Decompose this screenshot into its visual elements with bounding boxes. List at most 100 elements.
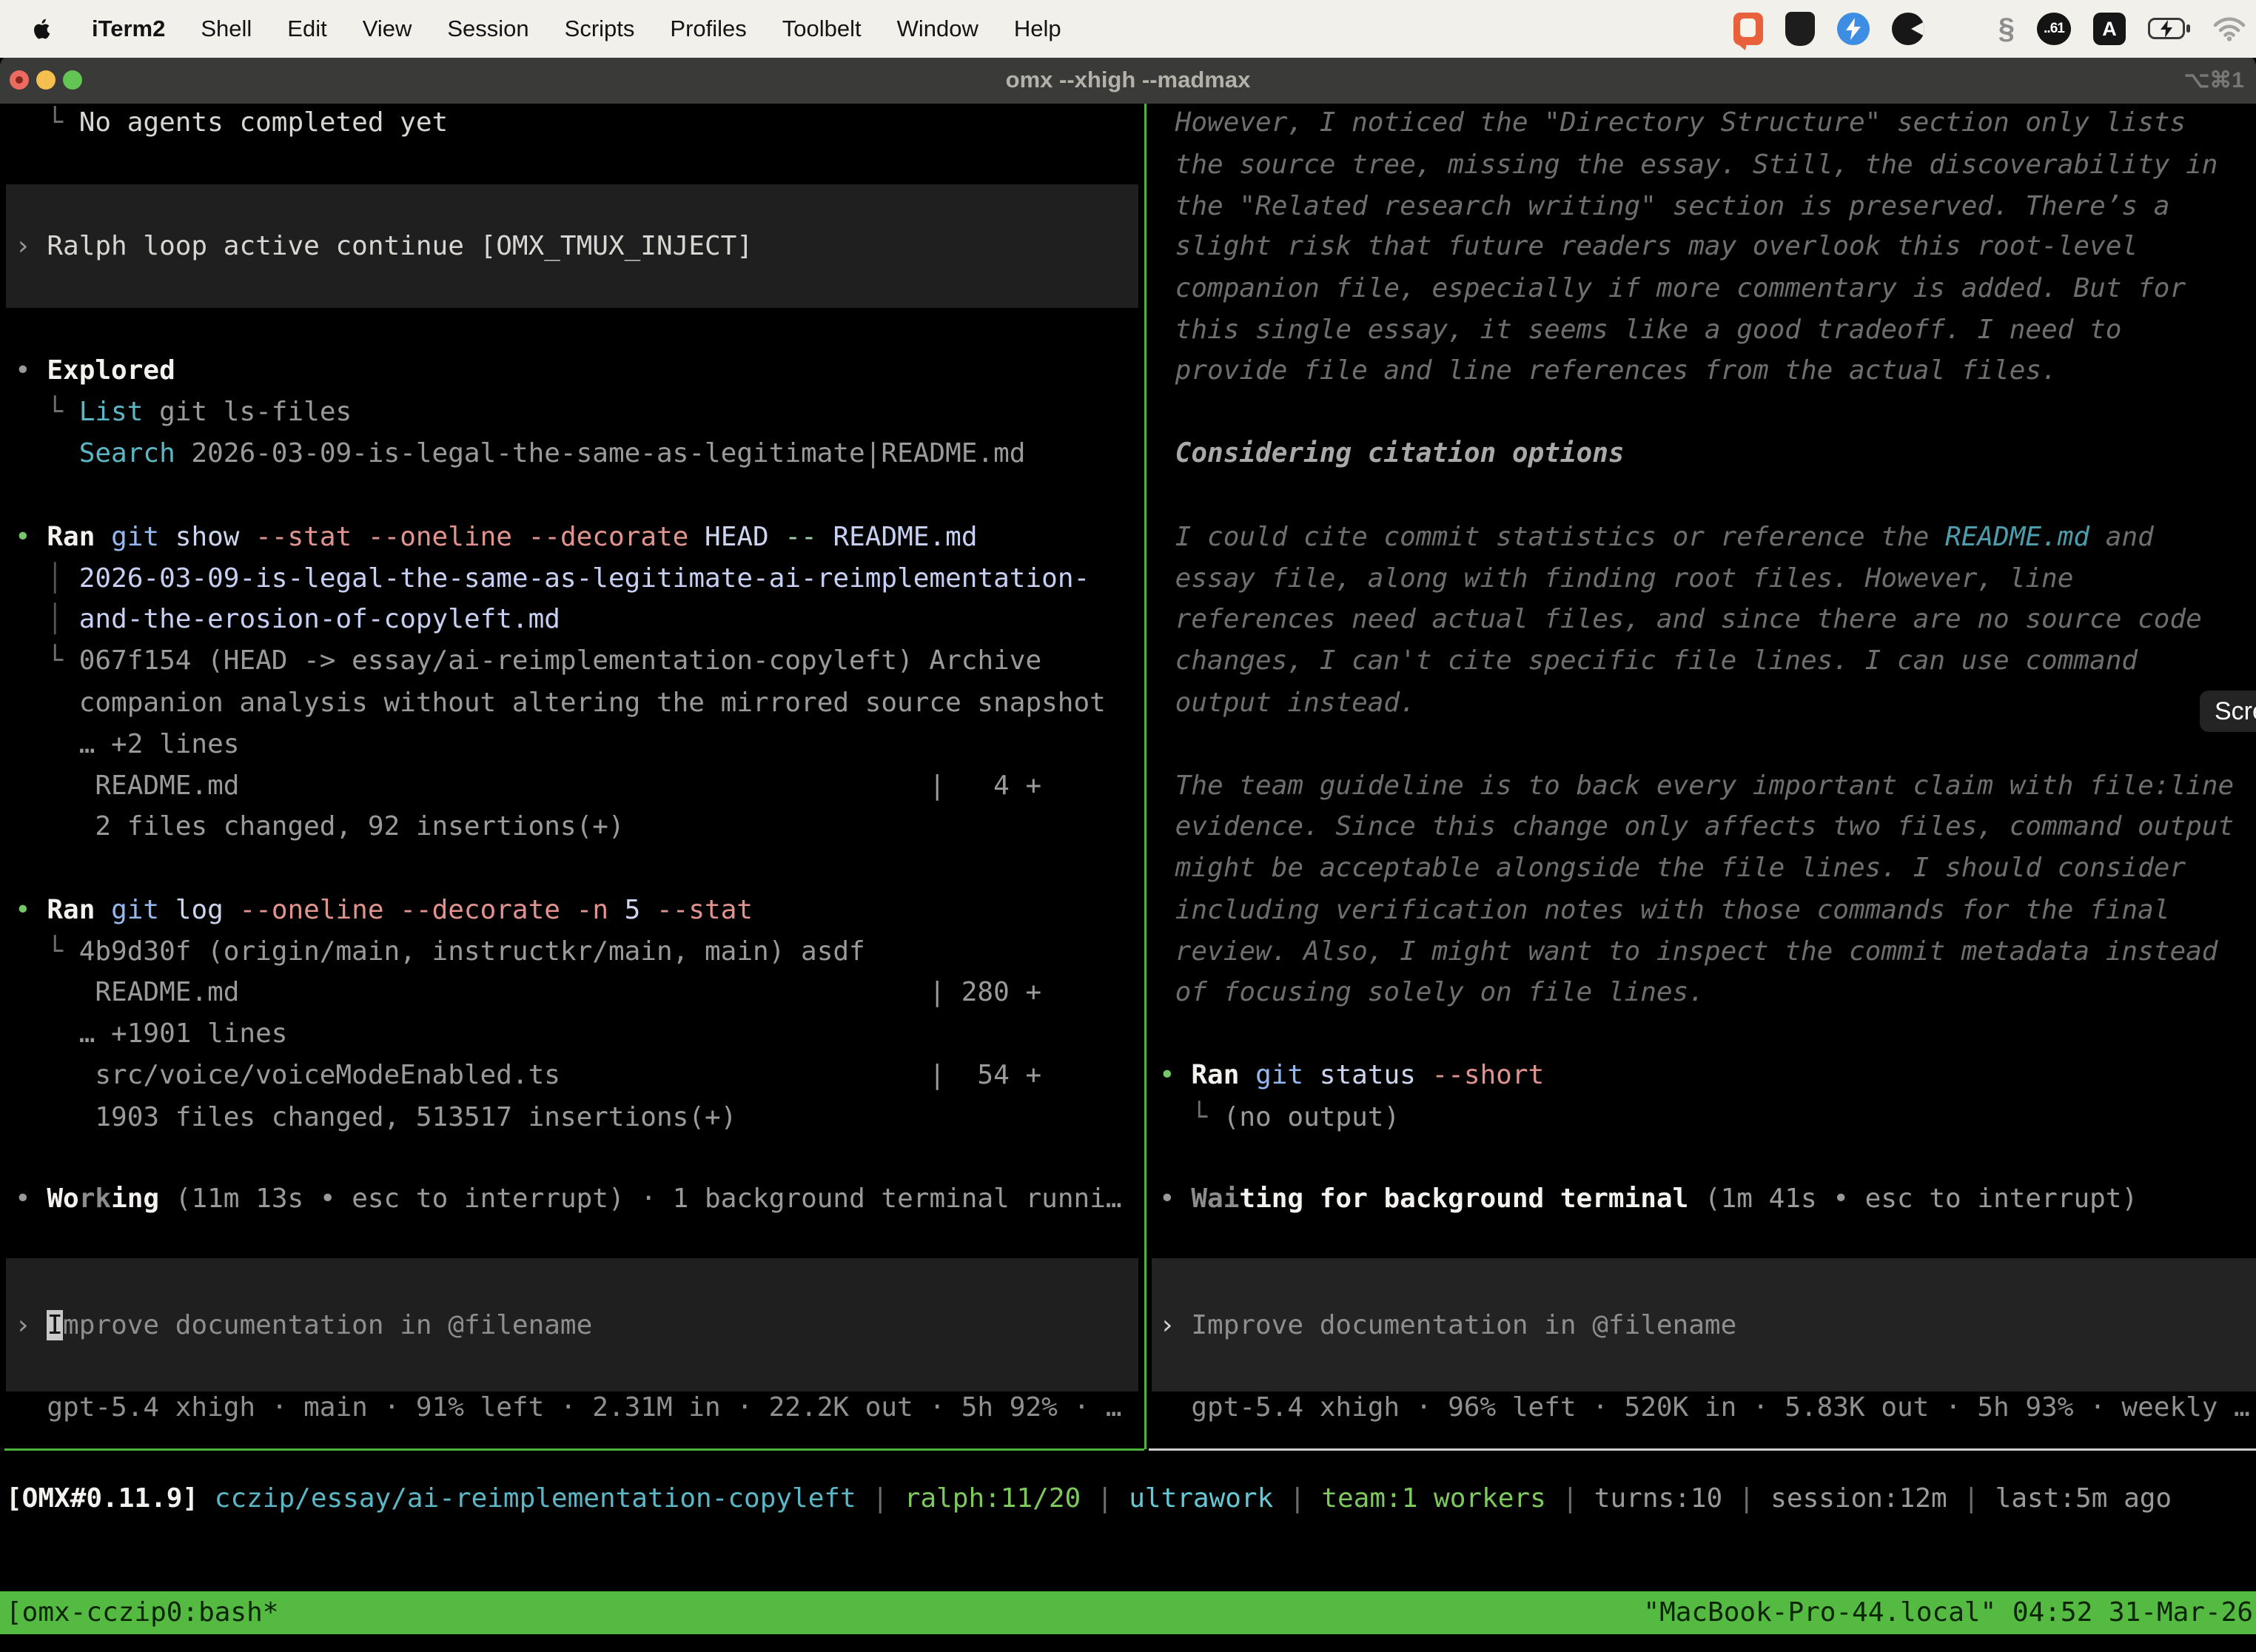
text-segment: Wo [47,1183,78,1214]
menu-item-session[interactable]: Session [447,16,528,42]
text-segment: README.md | 4 + [15,770,1041,801]
text-segment: • [1159,1060,1191,1090]
pane-divider[interactable] [1144,104,1147,1449]
text-segment: › [15,231,47,261]
prompt-input[interactable]: › Improve documentation in @filename [1159,1304,1736,1346]
menu-item-edit[interactable]: Edit [287,16,326,42]
text-segment: | [856,1483,904,1514]
text-segment: Considering citation options [1159,438,1625,469]
terminal-line: output instead. [1159,682,1416,724]
text-segment: might be acceptable alongside the file l… [1159,853,2186,883]
terminal-line: of focusing solely on file lines. [1159,971,1705,1013]
tmux-session-tab[interactable]: [omx-cczip0:bash* [0,1591,278,1634]
text-segment: | [1273,1483,1321,1514]
text-segment: | [1947,1483,1995,1514]
menu-item-iterm2[interactable]: iTerm2 [92,16,165,42]
blue-bolt-icon[interactable] [1837,13,1870,45]
menu-item-scripts[interactable]: Scripts [565,16,635,42]
terminal-line: might be acceptable alongside the file l… [1159,847,2186,889]
terminal-line: references need actual files, and since … [1159,598,2202,640]
terminal-line: 1903 files changed, 513517 insertions(+) [15,1096,736,1138]
hook-icon[interactable]: § [1998,13,2015,45]
text-segment: | [1081,1483,1129,1514]
text-segment: └ [1159,1102,1223,1132]
terminal-line: • Explored [15,349,175,392]
bolt-glyph-icon [1844,18,1862,40]
text-segment: cczip/essay/ai-reimplementation-copyleft [215,1483,856,1514]
terminal-line: └ 4b9d30f (origin/main, instructkr/main,… [15,930,865,973]
input-source-icon[interactable]: A [2093,13,2126,45]
terminal-line: • Working (11m 13s • esc to interrupt) ·… [15,1178,1122,1220]
text-segment: of focusing solely on file lines. [1159,977,1705,1007]
screen: iTerm2 Shell Edit View Session Scripts P… [0,0,2256,1652]
text-segment: • [15,522,47,552]
text-segment: Ran [47,895,111,925]
text-segment: --oneline [239,895,400,925]
terminal-line: › Ralph loop active continue [OMX_TMUX_I… [15,225,753,267]
text-segment: • [1159,1183,1191,1214]
text-segment: README.md [833,522,977,552]
text-segment: 2026-03-09-is-legal-the-same-as-legitima… [79,563,1090,594]
text-segment: … +2 lines [15,729,239,759]
text-segment: ing [111,1183,159,1214]
text-segment: | [1722,1483,1770,1514]
text-segment: evidence. Since this change only affects… [1159,811,2234,842]
terminal-line: │ and-the-erosion-of-copyleft.md [15,598,560,640]
text-segment: session:12m [1770,1483,1947,1514]
text-segment: mprove documentation in @filename [63,1310,592,1340]
menu-item-window[interactable]: Window [897,16,978,42]
text-segment: team:1 workers [1321,1483,1545,1514]
text-segment: ting for background terminal [1239,1183,1688,1214]
text-segment: provide file and line references from th… [1159,355,2058,386]
text-segment: Improve documentation in @filename [1191,1310,1736,1340]
text-segment: 4b9d30f (origin/main, instructkr/main, m… [79,936,865,967]
screen-overlay-label: Scre [2215,697,2256,726]
terminal-line: └ List git ls-files [15,391,352,433]
terminal-line: • Ran git show --stat --oneline --decora… [15,516,978,558]
dark-disc-icon[interactable] [1892,13,1924,45]
menu-item-view[interactable]: View [363,16,412,42]
terminal-line: • Waiting for background terminal (1m 41… [1159,1178,2138,1220]
text-segment: ralph:11/20 [904,1483,1081,1514]
dots-grid-icon[interactable] [1947,14,1976,44]
terminal-line: … +1901 lines [15,1013,287,1055]
terminal-line: 2 files changed, 92 insertions(+) [15,805,625,847]
menu-item-profiles[interactable]: Profiles [670,16,746,42]
menubar-status-icons: § ..61 A [1733,12,2256,46]
prompt-input[interactable]: › Improve documentation in @filename [15,1304,592,1346]
apple-menu[interactable] [30,14,55,44]
text-segment: show [175,522,255,552]
text-segment: git [1255,1060,1320,1090]
shield-grid-icon[interactable] [1785,12,1815,46]
text-segment: the source tree, missing the essay. Stil… [1159,150,2218,180]
text-segment: • [15,355,47,386]
terminal-line: README.md | 4 + [15,765,1041,807]
screenshot-app-icon[interactable] [1733,13,1763,45]
text-segment: List [79,397,144,427]
text-segment: └ [15,936,79,967]
text-segment: --oneline [368,522,528,552]
text-segment: › [15,1310,47,1340]
menu-item-help[interactable]: Help [1014,16,1061,42]
window-titlebar[interactable]: omx --xhigh --madmax ⌥⌘1 [0,55,2256,104]
terminal-line: companion analysis without altering the … [15,682,1106,724]
text-segment: │ [47,563,78,594]
battery-icon[interactable] [2148,18,2191,40]
text-segment: and-the-erosion-of-copyleft.md [79,604,560,634]
terminal-line: However, I noticed the "Directory Struct… [1159,101,2186,144]
wifi-icon[interactable] [2213,16,2246,41]
text-segment: › [1159,1310,1191,1340]
text-segment: git [111,522,175,552]
text-segment: Wai [1191,1183,1239,1214]
text-segment: and [2089,522,2154,552]
text-segment: --stat [657,895,753,925]
text-segment [15,438,79,469]
menu-item-shell[interactable]: Shell [201,16,252,42]
text-segment: -n [577,895,625,925]
badge-61-icon[interactable]: ..61 [2037,13,2071,45]
text-segment: turns:10 [1594,1483,1722,1514]
screen-overlay-button[interactable]: Scre [2200,691,2256,732]
model-status-line: gpt-5.4 xhigh · 96% left · 520K in · 5.8… [1159,1386,2250,1428]
menu-item-toolbelt[interactable]: Toolbelt [782,16,862,42]
terminal-line: including verification notes with those … [1159,889,2169,931]
